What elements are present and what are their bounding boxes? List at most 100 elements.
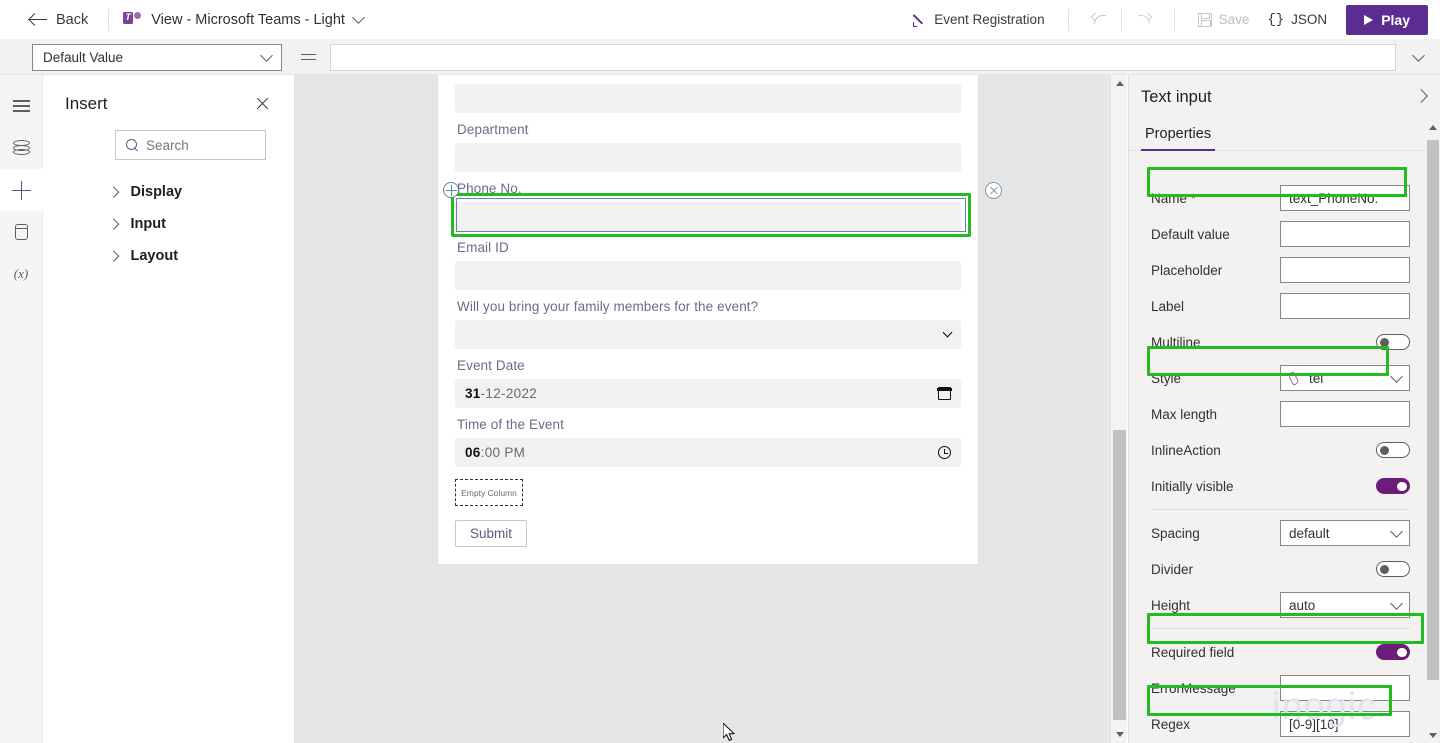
microsoft-teams-icon [123, 11, 143, 28]
property-row-placeholder: Placeholder [1129, 252, 1440, 288]
chevron-right-icon [1413, 88, 1429, 104]
inline-action-toggle[interactable] [1376, 442, 1410, 458]
property-label: Name * [1151, 190, 1197, 206]
rail-insert-button[interactable] [0, 169, 43, 211]
spacing-dropdown[interactable]: default [1280, 520, 1410, 546]
json-button[interactable]: {} JSON [1258, 4, 1336, 36]
chevron-right-icon [108, 186, 120, 198]
label-input[interactable] [1280, 293, 1410, 319]
insert-category-display[interactable]: Display [43, 176, 294, 208]
required-asterisk: * [1190, 190, 1197, 206]
empty-column-placeholder[interactable]: Empty Column [455, 479, 523, 506]
form-input-department[interactable] [455, 143, 961, 172]
name-input[interactable] [1280, 185, 1410, 211]
property-control [1376, 442, 1410, 458]
form-select-family-members[interactable] [455, 320, 961, 349]
divider-toggle[interactable] [1376, 561, 1410, 577]
properties-panel: Text input Properties Name * Default val… [1128, 75, 1440, 743]
property-control [1280, 257, 1410, 283]
play-button[interactable]: Play [1346, 4, 1428, 35]
property-row-required-field: Required field [1129, 634, 1440, 670]
form-canvas[interactable]: Department Phone No. Email ID Will you b… [295, 75, 1127, 743]
toolbar-divider [1173, 8, 1175, 31]
insert-category-layout[interactable]: Layout [43, 240, 294, 272]
property-control [1376, 644, 1410, 660]
insert-search-box[interactable] [115, 130, 266, 160]
scroll-up-button[interactable] [1425, 120, 1440, 135]
calendar-icon[interactable] [937, 387, 952, 400]
chevron-down-icon [942, 327, 953, 338]
property-selector-dropdown[interactable]: Default Value [32, 43, 282, 71]
form-field-family-members: Will you bring your family members for t… [438, 290, 978, 349]
height-dropdown[interactable]: auto [1280, 592, 1410, 618]
delete-handle-icon[interactable] [985, 182, 1002, 199]
category-label: Display [130, 184, 183, 200]
chevron-down-icon [1390, 596, 1403, 610]
form-date-event-date[interactable]: 31-12-2022 [455, 379, 961, 408]
max-length-input[interactable] [1280, 401, 1410, 427]
scroll-down-button[interactable] [1111, 726, 1127, 743]
form-field-phone-no[interactable]: Phone No. [438, 172, 978, 231]
close-icon[interactable] [252, 93, 274, 115]
insert-panel-header: Insert [43, 75, 294, 115]
insert-panel-title: Insert [65, 94, 108, 113]
insert-panel: Insert Display Input Layout [43, 75, 295, 743]
back-button[interactable]: Back [24, 4, 94, 36]
save-button[interactable]: Save [1189, 4, 1259, 36]
properties-scrollbar[interactable] [1425, 120, 1440, 743]
insert-category-input[interactable]: Input [43, 208, 294, 240]
braces-icon: {} [1267, 11, 1285, 28]
search-input[interactable] [145, 137, 255, 153]
undo-button[interactable] [1083, 4, 1117, 36]
property-row-spacing: Spacing default [1129, 515, 1440, 551]
style-dropdown[interactable]: tel [1280, 365, 1410, 391]
triangle-down-icon [1115, 732, 1124, 737]
back-label: Back [56, 11, 89, 28]
multiline-toggle[interactable] [1376, 334, 1410, 350]
property-control [1280, 293, 1410, 319]
form-time-event-time[interactable]: 06:00 PM [455, 438, 961, 467]
property-label: Style [1151, 370, 1182, 386]
formula-expand-button[interactable] [1396, 48, 1440, 62]
property-label: Divider [1151, 561, 1194, 577]
properties-panel-title: Text input [1141, 87, 1212, 106]
canvas-scroll-thumb[interactable] [1113, 430, 1126, 720]
rail-data-button[interactable] [0, 211, 43, 253]
initially-visible-toggle[interactable] [1376, 478, 1410, 494]
app-title-dropdown[interactable]: View - Microsoft Teams - Light [123, 11, 365, 28]
save-label: Save [1218, 12, 1250, 27]
rail-menu-button[interactable] [0, 85, 43, 127]
rail-tree-view-button[interactable] [0, 127, 43, 169]
rename-form-button[interactable]: Event Registration [903, 4, 1053, 36]
required-field-toggle[interactable] [1376, 644, 1410, 660]
powerapps-designer-window: Back View - Microsoft Teams - Light Even… [0, 0, 1440, 743]
section-divider [1151, 509, 1410, 510]
regex-input[interactable] [1280, 711, 1410, 737]
form-input-phone-no[interactable] [455, 202, 961, 231]
error-message-input[interactable] [1280, 675, 1410, 701]
default-value-input[interactable] [1280, 221, 1410, 247]
field-label: Will you bring your family members for t… [457, 299, 759, 314]
canvas-scrollbar[interactable] [1110, 75, 1127, 743]
submit-button[interactable]: Submit [455, 520, 528, 547]
property-label: Initially visible [1151, 478, 1234, 494]
database-icon [14, 224, 28, 240]
placeholder-input[interactable] [1280, 257, 1410, 283]
redo-button[interactable] [1126, 4, 1160, 36]
formula-input[interactable] [330, 43, 1396, 71]
form-input-0[interactable] [455, 84, 961, 113]
properties-rows: Name * Default value Placeholder [1129, 180, 1440, 743]
tab-properties[interactable]: Properties [1141, 119, 1216, 151]
form-input-email-id[interactable] [455, 261, 961, 290]
scroll-down-button[interactable] [1425, 728, 1440, 743]
property-row-style: Style tel [1129, 360, 1440, 396]
property-row-divider: Divider [1129, 551, 1440, 587]
properties-scroll-thumb[interactable] [1427, 140, 1439, 680]
json-label: JSON [1291, 12, 1328, 27]
collapse-panel-button[interactable] [1413, 88, 1429, 106]
clock-icon[interactable] [938, 446, 951, 459]
chevron-down-icon [352, 11, 365, 24]
scroll-up-button[interactable] [1111, 75, 1127, 92]
rail-variables-button[interactable]: (x) [0, 253, 43, 295]
move-handle-icon[interactable] [443, 182, 459, 198]
